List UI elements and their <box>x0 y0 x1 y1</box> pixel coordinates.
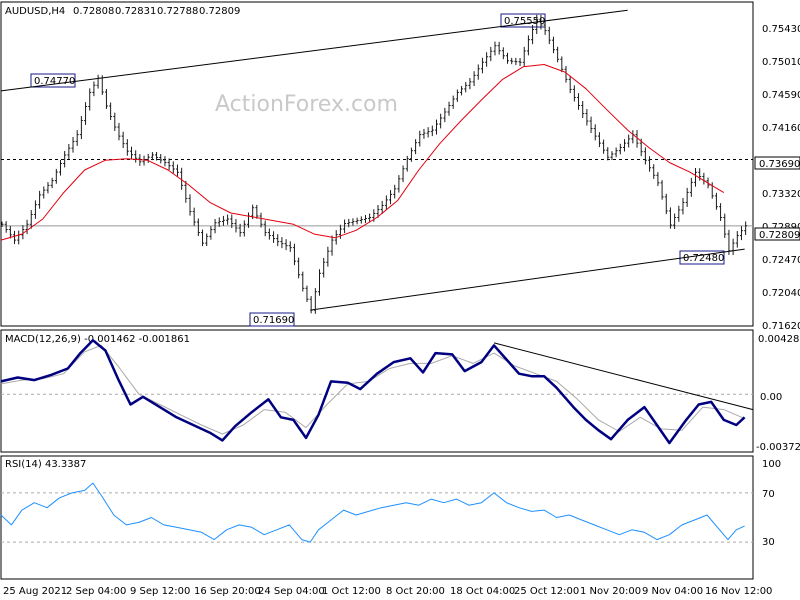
ohlc-open: 0.72808 <box>73 6 114 17</box>
macd-tick-label: 0.004287 <box>758 334 800 345</box>
x-tick-label: 1 Oct 12:00 <box>322 586 381 597</box>
x-tick-label: 8 Oct 20:00 <box>386 586 445 597</box>
price-tick-label: 0.75010 <box>762 57 800 68</box>
svg-text:0.74770: 0.74770 <box>34 76 75 87</box>
ohlc-high: 0.72831 <box>115 6 156 17</box>
current-price-label: 0.72809 <box>759 230 800 241</box>
x-tick-label: 9 Nov 04:00 <box>642 586 703 597</box>
price-title: AUDUSD,H4 <box>5 6 65 17</box>
x-tick-label: 1 Nov 20:00 <box>580 586 641 597</box>
annotation-swing-high-1: 0.74770 <box>30 73 76 88</box>
rsi-title: RSI(14) 43.3387 <box>5 459 86 470</box>
price-tick-label: 0.71620 <box>762 321 800 332</box>
ohlc-low: 0.72788 <box>157 6 198 17</box>
price-tick-label: 0.75430 <box>762 24 800 35</box>
macd-tick-label: 0.00 <box>760 392 782 403</box>
forex-chart: ActionForex.com AUDUSD,H4 0.72808 0.7283… <box>0 0 800 600</box>
x-tick-label: 25 Oct 12:00 <box>514 586 579 597</box>
rsi-tick-label: 100 <box>762 459 781 470</box>
price-tick-label: 0.74160 <box>762 123 800 134</box>
ohlc-close: 0.72809 <box>199 6 240 17</box>
x-tick-label: 25 Aug 2021 <box>3 586 67 597</box>
svg-text:0.71690: 0.71690 <box>253 315 294 326</box>
watermark: ActionForex.com <box>215 92 398 117</box>
x-tick-label: 16 Sep 20:00 <box>194 586 261 597</box>
price-tick-label: 0.72470 <box>762 255 800 266</box>
annotation-swing-low-1: 0.71690 <box>249 312 295 327</box>
price-tick-label: 0.72040 <box>762 288 800 299</box>
macd-tick-label: -0.003726 <box>756 442 800 453</box>
resistance-level-label: 0.73690 <box>759 159 800 170</box>
price-tick-label: 0.74590 <box>762 90 800 101</box>
annotation-swing-high-2: 0.75550 <box>500 13 546 28</box>
rsi-tick-label: 70 <box>762 489 775 500</box>
price-tick-label: 0.73320 <box>762 189 800 200</box>
x-tick-label: 9 Sep 12:00 <box>130 586 190 597</box>
x-tick-label: 18 Oct 04:00 <box>450 586 515 597</box>
x-tick-label: 16 Nov 12:00 <box>705 586 772 597</box>
x-tick-label: 2 Sep 04:00 <box>66 586 126 597</box>
x-tick-label: 24 Sep 04:00 <box>258 586 325 597</box>
rsi-tick-label: 30 <box>762 537 775 548</box>
